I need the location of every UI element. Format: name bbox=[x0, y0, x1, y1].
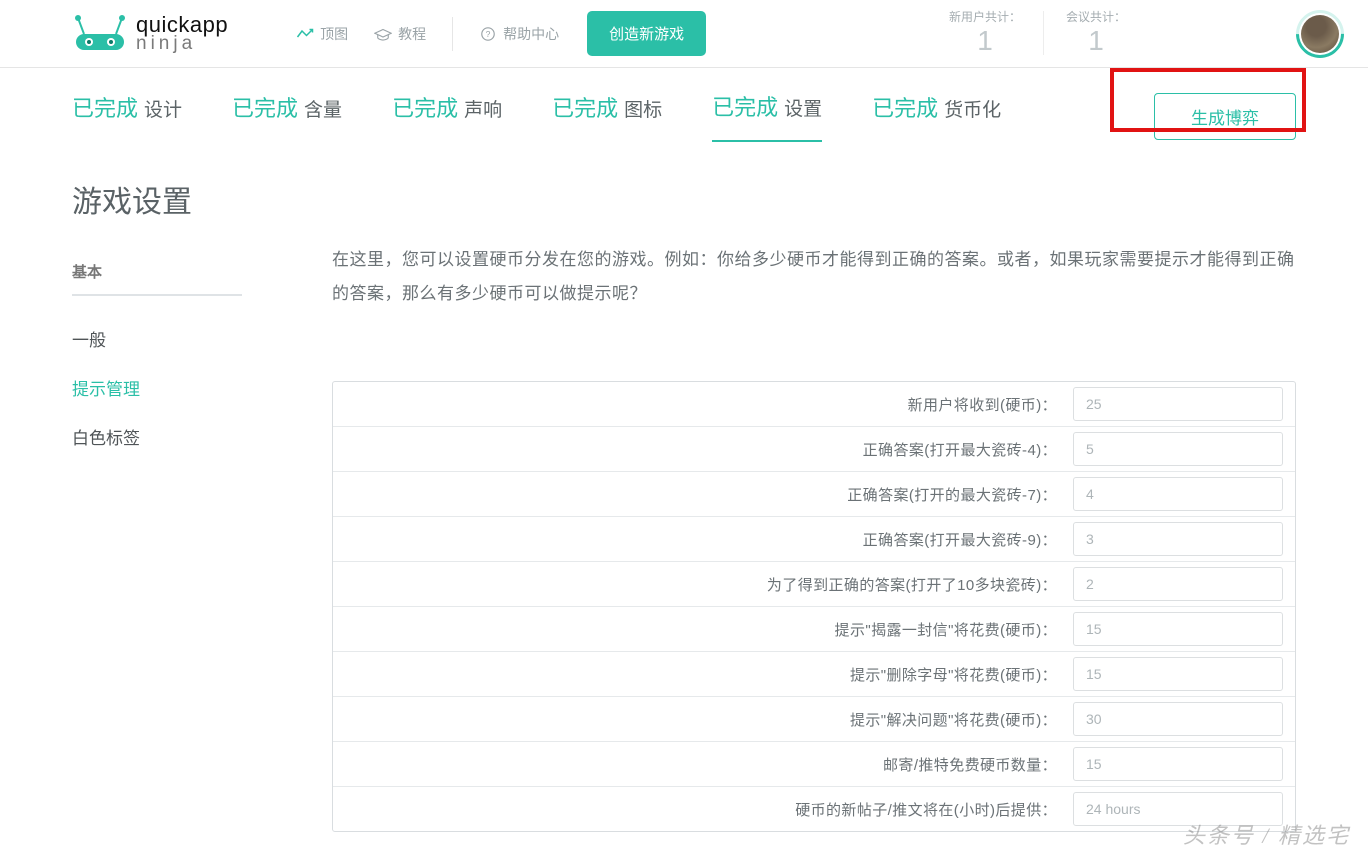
sidebar-item-2[interactable]: 白色标签 bbox=[72, 412, 242, 461]
main-area: 游戏设置 基本 一般提示管理白色标签 在这里，您可以设置硬币分发在您的游戏。例如… bbox=[0, 143, 1368, 832]
watermark: 头条号 / 精选宅 bbox=[1183, 818, 1350, 850]
setting-row: 提示"删除字母"将花费(硬币)： bbox=[333, 652, 1295, 697]
tab-done-prefix: 已完成 bbox=[552, 91, 618, 123]
tab-done-prefix: 已完成 bbox=[712, 90, 778, 122]
setting-input-8[interactable] bbox=[1073, 747, 1283, 781]
sidebar: 游戏设置 基本 一般提示管理白色标签 bbox=[72, 177, 242, 832]
setting-input-5[interactable] bbox=[1073, 612, 1283, 646]
logo-text: quickapp ninja bbox=[136, 15, 228, 52]
tab-label: 设置 bbox=[784, 94, 822, 121]
description-text: 在这里，您可以设置硬币分发在您的游戏。例如：你给多少硬币才能得到正确的答案。或者… bbox=[332, 243, 1296, 311]
graduation-cap-icon bbox=[374, 27, 392, 41]
setting-row: 提示"揭露一封信"将花费(硬币)： bbox=[333, 607, 1295, 652]
tab-label: 图标 bbox=[624, 95, 662, 122]
tab-done-prefix: 已完成 bbox=[232, 91, 298, 123]
tab-4[interactable]: 已完成设置 bbox=[712, 90, 822, 142]
tab-2[interactable]: 已完成声响 bbox=[392, 91, 502, 141]
setting-label: 正确答案(打开的最大瓷砖-7)： bbox=[333, 484, 1057, 505]
setting-row: 新用户将收到(硬币)： bbox=[333, 382, 1295, 427]
tab-done-prefix: 已完成 bbox=[872, 91, 938, 123]
setting-label: 正确答案(打开最大瓷砖-4)： bbox=[333, 439, 1057, 460]
setting-label: 正确答案(打开最大瓷砖-9)： bbox=[333, 529, 1057, 550]
setting-row: 正确答案(打开最大瓷砖-9)： bbox=[333, 517, 1295, 562]
setting-input-1[interactable] bbox=[1073, 432, 1283, 466]
setting-input-3[interactable] bbox=[1073, 522, 1283, 556]
setting-input-7[interactable] bbox=[1073, 702, 1283, 736]
setting-label: 邮寄/推特免费硬币数量： bbox=[333, 754, 1057, 775]
chart-line-icon bbox=[296, 27, 314, 41]
setting-input-2[interactable] bbox=[1073, 477, 1283, 511]
stat-value: 1 bbox=[949, 24, 1021, 58]
tab-label: 设计 bbox=[144, 95, 182, 122]
progress-tabs: 已完成设计已完成含量已完成声响已完成图标已完成设置已完成货币化生成博弈 bbox=[0, 68, 1368, 143]
stat-label: 会议共计： bbox=[1066, 10, 1126, 24]
setting-row: 提示"解决问题"将花费(硬币)： bbox=[333, 697, 1295, 742]
svg-text:?: ? bbox=[486, 29, 491, 39]
setting-input-4[interactable] bbox=[1073, 567, 1283, 601]
page-title: 游戏设置 bbox=[72, 177, 242, 221]
setting-label: 提示"删除字母"将花费(硬币)： bbox=[333, 664, 1057, 685]
top-nav: 顶图 教程 ? 帮助中心 bbox=[296, 17, 559, 51]
setting-label: 硬币的新帖子/推文将在(小时)后提供： bbox=[333, 799, 1057, 820]
tab-0[interactable]: 已完成设计 bbox=[72, 91, 182, 141]
tab-1[interactable]: 已完成含量 bbox=[232, 91, 342, 141]
setting-label: 为了得到正确的答案(打开了10多块瓷砖)： bbox=[333, 574, 1057, 595]
sidebar-item-0[interactable]: 一般 bbox=[72, 314, 242, 363]
stat-value: 1 bbox=[1066, 24, 1126, 58]
create-game-button[interactable]: 创造新游戏 bbox=[587, 11, 706, 56]
top-header: quickapp ninja 顶图 教程 ? 帮助中心 创造新游戏 新用户共计：… bbox=[0, 0, 1368, 68]
avatar-image bbox=[1301, 15, 1339, 53]
setting-row: 硬币的新帖子/推文将在(小时)后提供： bbox=[333, 787, 1295, 831]
tab-5[interactable]: 已完成货币化 bbox=[872, 91, 1001, 141]
tab-done-prefix: 已完成 bbox=[72, 91, 138, 123]
stat-new-users: 新用户共计： 1 bbox=[927, 10, 1043, 58]
setting-row: 为了得到正确的答案(打开了10多块瓷砖)： bbox=[333, 562, 1295, 607]
user-avatar[interactable] bbox=[1286, 0, 1354, 67]
setting-label: 新用户将收到(硬币)： bbox=[333, 394, 1057, 415]
separator bbox=[452, 17, 453, 51]
tab-done-prefix: 已完成 bbox=[392, 91, 458, 123]
stat-meetings: 会议共计： 1 bbox=[1044, 10, 1148, 58]
generate-button[interactable]: 生成博弈 bbox=[1154, 93, 1296, 140]
settings-table: 新用户将收到(硬币)： 正确答案(打开最大瓷砖-4)： 正确答案(打开的最大瓷砖-7… bbox=[332, 381, 1296, 832]
tab-label: 含量 bbox=[304, 95, 342, 122]
robot-icon bbox=[72, 14, 128, 54]
stat-label: 新用户共计： bbox=[949, 10, 1021, 24]
content: 在这里，您可以设置硬币分发在您的游戏。例如：你给多少硬币才能得到正确的答案。或者… bbox=[332, 177, 1296, 832]
nav-help[interactable]: ? 帮助中心 bbox=[479, 24, 559, 44]
help-icon: ? bbox=[479, 27, 497, 41]
setting-row: 正确答案(打开的最大瓷砖-7)： bbox=[333, 472, 1295, 517]
sidebar-item-1[interactable]: 提示管理 bbox=[72, 363, 242, 412]
logo[interactable]: quickapp ninja bbox=[72, 14, 228, 54]
tab-label: 声响 bbox=[464, 95, 502, 122]
header-stats: 新用户共计： 1 会议共计： 1 bbox=[927, 10, 1148, 58]
nav-tutorial[interactable]: 教程 bbox=[374, 24, 426, 44]
setting-input-0[interactable] bbox=[1073, 387, 1283, 421]
setting-row: 邮寄/推特免费硬币数量： bbox=[333, 742, 1295, 787]
setting-label: 提示"解决问题"将花费(硬币)： bbox=[333, 709, 1057, 730]
setting-label: 提示"揭露一封信"将花费(硬币)： bbox=[333, 619, 1057, 640]
setting-input-6[interactable] bbox=[1073, 657, 1283, 691]
tab-3[interactable]: 已完成图标 bbox=[552, 91, 662, 141]
tab-label: 货币化 bbox=[944, 95, 1001, 122]
nav-top[interactable]: 顶图 bbox=[296, 24, 348, 44]
sidebar-heading: 基本 bbox=[72, 261, 242, 296]
setting-row: 正确答案(打开最大瓷砖-4)： bbox=[333, 427, 1295, 472]
